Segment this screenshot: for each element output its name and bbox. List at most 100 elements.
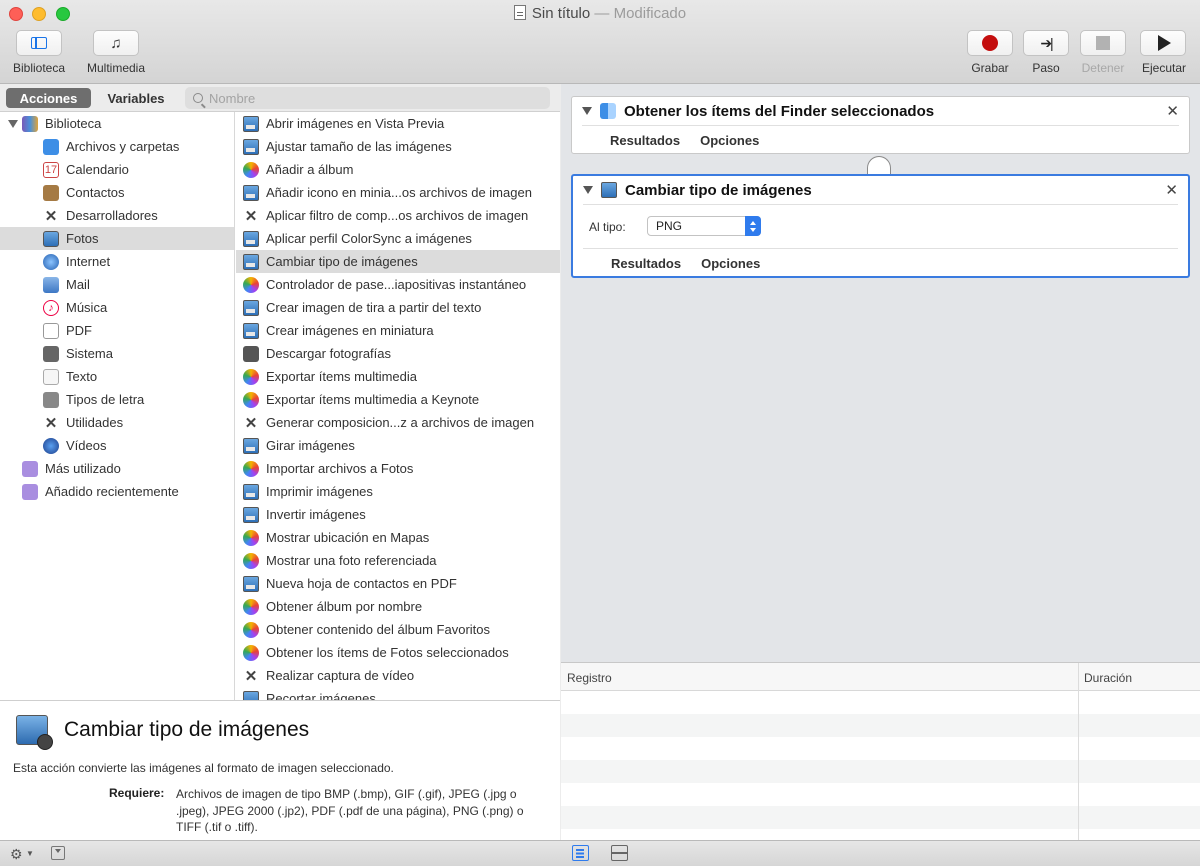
list-item[interactable]: Nueva hoja de contactos en PDF (236, 572, 560, 595)
list-item[interactable]: Cambiar tipo de imágenes (236, 250, 560, 273)
sidebar-item-mas-utilizado[interactable]: Más utilizado (0, 457, 234, 480)
list-item[interactable]: Ajustar tamaño de las imágenes (236, 135, 560, 158)
column-header-registro[interactable]: Registro (567, 671, 612, 685)
collapse-icon[interactable] (51, 846, 65, 860)
sidebar-item-utilidades[interactable]: ✕ Utilidades (0, 411, 234, 434)
image-action-icon (243, 575, 259, 592)
sidebar-item-contactos[interactable]: Contactos (0, 181, 234, 204)
tab-resultados[interactable]: Resultados (611, 256, 681, 271)
list-item[interactable]: Aplicar perfil ColorSync a imágenes (236, 227, 560, 250)
list-view-icon[interactable] (572, 845, 589, 861)
tab-opciones[interactable]: Opciones (701, 256, 760, 271)
grabar-button[interactable] (967, 30, 1013, 56)
list-item[interactable]: ✕ Generar composicion...z a archivos de i… (236, 411, 560, 434)
table-row (561, 714, 1200, 737)
photos-app-icon (243, 276, 259, 293)
sidebar-item-pdf[interactable]: PDF (0, 319, 234, 342)
finder-icon (600, 103, 616, 119)
column-header-duracion[interactable]: Duración (1084, 671, 1132, 685)
list-item[interactable]: Mostrar una foto referenciada (236, 549, 560, 572)
photos-app-icon (243, 460, 259, 477)
image-action-icon (243, 437, 259, 454)
sidebar-item-videos[interactable]: Vídeos (0, 434, 234, 457)
sidebar-item-musica[interactable]: ♪ Música (0, 296, 234, 319)
divider (582, 125, 1179, 126)
chevron-down-icon[interactable]: ▼ (26, 849, 34, 858)
workflow-area[interactable]: Obtener los ítems del Finder seleccionad… (561, 84, 1200, 662)
sidebar-item-calendario[interactable]: 17 Calendario (0, 158, 234, 181)
disclosure-triangle-icon[interactable] (8, 119, 18, 128)
pdf-icon (43, 322, 59, 339)
list-item[interactable]: Recortar imágenes (236, 687, 560, 700)
list-item[interactable]: ✕ Aplicar filtro de comp...os archivos de… (236, 204, 560, 227)
sidebar-item-mail[interactable]: Mail (0, 273, 234, 296)
description-pane: Cambiar tipo de imágenes Esta acción con… (0, 700, 560, 840)
sidebar-item-texto[interactable]: Texto (0, 365, 234, 388)
list-item[interactable]: Descargar fotografías (236, 342, 560, 365)
disclosure-triangle-icon[interactable] (583, 186, 593, 194)
list-item[interactable]: Obtener contenido del álbum Favoritos (236, 618, 560, 641)
sidebar-item-recientes[interactable]: Añadido recientemente (0, 480, 234, 503)
workflow-action-finder[interactable]: Obtener los ítems del Finder seleccionad… (571, 96, 1190, 154)
search-field[interactable] (185, 87, 550, 109)
gear-icon[interactable]: ⚙ (10, 846, 23, 863)
list-item[interactable]: Crear imágenes en miniatura (236, 319, 560, 342)
list-item[interactable]: Mostrar ubicación en Mapas (236, 526, 560, 549)
photos-app-icon (243, 552, 259, 569)
list-item[interactable]: Añadir a álbum (236, 158, 560, 181)
description-text: Esta acción convierte las imágenes al fo… (13, 761, 394, 775)
requires-label: Requiere: (109, 786, 165, 800)
disclosure-triangle-icon[interactable] (582, 107, 592, 115)
developer-tools-icon: ✕ (244, 207, 258, 225)
sidebar-item-desarrolladores[interactable]: ✕ Desarrolladores (0, 204, 234, 227)
sidebar-item-sistema[interactable]: Sistema (0, 342, 234, 365)
biblioteca-button[interactable] (16, 30, 62, 56)
multimedia-label: Multimedia (86, 61, 146, 75)
list-item[interactable]: Obtener álbum por nombre (236, 595, 560, 618)
type-popup[interactable]: PNG (647, 216, 761, 236)
list-item[interactable]: Añadir icono en minia...os archivos de i… (236, 181, 560, 204)
sidebar-item-internet[interactable]: Internet (0, 250, 234, 273)
split-view-icon[interactable] (611, 845, 628, 861)
play-icon (1158, 35, 1171, 51)
list-item[interactable]: Invertir imágenes (236, 503, 560, 526)
multimedia-button[interactable]: ♫ (93, 30, 139, 56)
tab-acciones[interactable]: Acciones (6, 88, 91, 108)
camera-icon (243, 345, 259, 362)
tab-variables[interactable]: Variables (94, 88, 178, 108)
list-item[interactable]: Crear imagen de tira a partir del texto (236, 296, 560, 319)
list-item[interactable]: Girar imágenes (236, 434, 560, 457)
tab-opciones[interactable]: Opciones (700, 133, 759, 148)
list-item[interactable]: Controlador de pase...iapositivas instan… (236, 273, 560, 296)
photos-app-icon (243, 621, 259, 638)
list-item[interactable]: Imprimir imágenes (236, 480, 560, 503)
column-divider[interactable] (1078, 663, 1079, 841)
paso-button[interactable]: ➔| (1023, 30, 1069, 56)
close-icon[interactable]: ✕ (1165, 181, 1178, 199)
music-note-icon: ♫ (110, 34, 122, 52)
list-item[interactable]: ✕ Realizar captura de vídeo (236, 664, 560, 687)
list-item[interactable]: Exportar ítems multimedia (236, 365, 560, 388)
divider (583, 204, 1178, 205)
sidebar-item-archivos[interactable]: Archivos y carpetas (0, 135, 234, 158)
list-item[interactable]: Abrir imágenes en Vista Previa (236, 112, 560, 135)
sidebar-icon (31, 37, 47, 49)
developer-tools-icon: ✕ (44, 207, 58, 225)
workflow-action-change-type[interactable]: Cambiar tipo de imágenes ✕ Al tipo: PNG … (571, 174, 1190, 278)
library-panel: Acciones Variables Biblioteca Archivos y… (0, 84, 560, 840)
list-item[interactable]: Importar archivos a Fotos (236, 457, 560, 480)
search-input[interactable] (209, 90, 529, 106)
image-action-icon (243, 115, 259, 132)
close-icon[interactable]: ✕ (1166, 102, 1179, 120)
list-item[interactable]: Exportar ítems multimedia a Keynote (236, 388, 560, 411)
tab-resultados[interactable]: Resultados (610, 133, 680, 148)
image-action-icon (243, 506, 259, 523)
sidebar-item-tipos[interactable]: Tipos de letra (0, 388, 234, 411)
detener-button[interactable] (1080, 30, 1126, 56)
library-root[interactable]: Biblioteca (0, 112, 234, 135)
window-title: Sin título — Modificado (0, 5, 1200, 22)
ejecutar-button[interactable] (1140, 30, 1186, 56)
list-item[interactable]: Obtener los ítems de Fotos seleccionados (236, 641, 560, 664)
change-image-type-icon (16, 715, 53, 750)
sidebar-item-fotos[interactable]: Fotos (0, 227, 234, 250)
